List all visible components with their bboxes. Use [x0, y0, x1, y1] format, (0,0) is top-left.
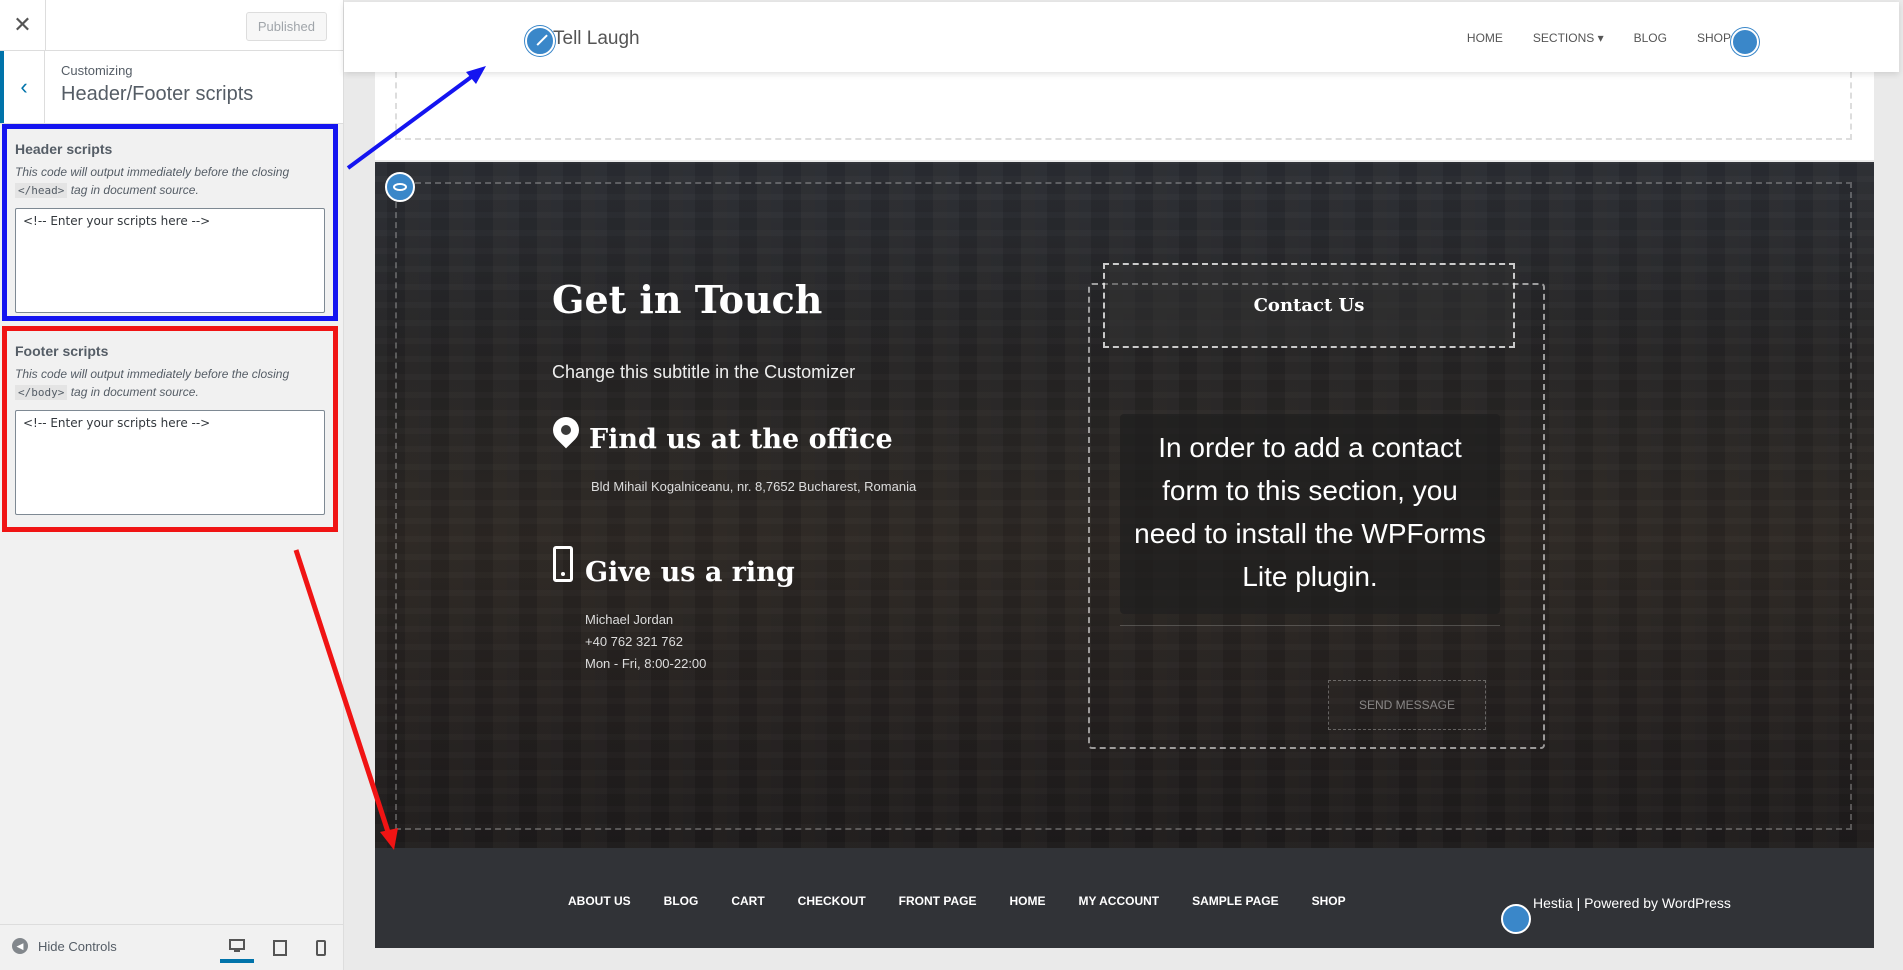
contact-form-message: In order to add a contact form to this s… [1120, 414, 1500, 614]
header-scripts-control: Header scripts This code will output imm… [2, 124, 338, 321]
footer-item-sample-page[interactable]: SAMPLE PAGE [1192, 894, 1278, 908]
footer-menu: ABOUT US BLOG CART CHECKOUT FRONT PAGE H… [568, 894, 1346, 908]
head-tag-code: </head> [15, 183, 68, 198]
footer-credit: Hestia | Powered by WordPress [1533, 895, 1731, 911]
header-scripts-textarea[interactable]: <!-- Enter your scripts here --> [15, 208, 325, 313]
footer-scripts-control: Footer scripts This code will output imm… [2, 326, 338, 532]
section-title: Header/Footer scripts [61, 83, 254, 105]
nav-item-sections[interactable]: SECTIONS ▾ [1533, 31, 1604, 45]
ring-title: Give us a ring [585, 557, 795, 588]
nav-item-shop[interactable]: SHOP [1697, 31, 1731, 45]
nav-item-home[interactable]: HOME [1467, 31, 1503, 45]
nav-item-blog[interactable]: BLOG [1634, 31, 1667, 45]
eye-icon[interactable] [385, 172, 415, 202]
office-address: Bld Mihail Kogalniceanu, nr. 8,7652 Buch… [591, 479, 917, 494]
section-outline [395, 72, 1852, 140]
logo-edit-icon[interactable] [525, 26, 555, 56]
tablet-preview-icon[interactable] [263, 933, 297, 963]
customizer-footer: ◀ Hide Controls [0, 924, 343, 970]
footer-item-front-page[interactable]: FRONT PAGE [899, 894, 977, 908]
header-scripts-description: This code will output immediately before… [15, 163, 325, 200]
ring-name: Michael Jordan [585, 612, 674, 627]
footer-item-blog[interactable]: BLOG [664, 894, 699, 908]
contact-section: Get in Touch Change this subtitle in the… [375, 162, 1874, 848]
wordpress-link[interactable]: WordPress [1662, 895, 1731, 911]
footer-scripts-description: This code will output immediately before… [15, 365, 325, 402]
credit-text: Hestia | Powered by [1533, 895, 1662, 911]
site-footer: ABOUT US BLOG CART CHECKOUT FRONT PAGE H… [375, 848, 1874, 948]
contact-subtitle: Change this subtitle in the Customizer [552, 362, 856, 382]
header-scripts-title: Header scripts [15, 141, 113, 157]
mobile-preview-icon[interactable] [304, 933, 338, 963]
body-tag-code: </body> [15, 385, 68, 400]
previous-section [375, 72, 1874, 160]
footer-scripts-title: Footer scripts [15, 343, 109, 359]
contact-title: Get in Touch [552, 277, 823, 322]
footer-item-about-us[interactable]: ABOUT US [568, 894, 631, 908]
footer-item-cart[interactable]: CART [731, 894, 764, 908]
back-arrow-icon[interactable]: ‹ [0, 51, 45, 123]
primary-menu: HOME SECTIONS ▾ BLOG SHOP [1467, 31, 1731, 45]
footer-desc-text-end: tag in document source. [70, 385, 199, 399]
footer-desc-text: This code will output immediately before… [15, 367, 290, 381]
ring-details: Michael Jordan +40 762 321 762 Mon - Fri… [585, 609, 706, 675]
footer-item-home[interactable]: HOME [1009, 894, 1045, 908]
contact-form-title: Contact Us [1103, 263, 1515, 348]
customizer-header: ✕ Published [0, 0, 343, 51]
collapse-arrow-icon: ◀ [12, 938, 28, 954]
divider [1120, 625, 1500, 626]
site-navbar: Tell Laugh HOME SECTIONS ▾ BLOG SHOP [344, 2, 1899, 72]
footer-item-shop[interactable]: SHOP [1312, 894, 1346, 908]
header-desc-text-end: tag in document source. [70, 183, 199, 197]
ring-phone: +40 762 321 762 [585, 634, 683, 649]
customizer-panel: ✕ Published ‹ Customizing Header/Footer … [0, 0, 344, 970]
publish-button[interactable]: Published [245, 12, 327, 41]
section-header: ‹ Customizing Header/Footer scripts [0, 51, 343, 124]
hide-controls-label: Hide Controls [38, 938, 117, 954]
site-preview: Tell Laugh HOME SECTIONS ▾ BLOG SHOP Get… [344, 0, 1903, 970]
office-title: Find us at the office [589, 424, 893, 455]
footer-scripts-textarea[interactable]: <!-- Enter your scripts here --> [15, 410, 325, 515]
ring-hours: Mon - Fri, 8:00-22:00 [585, 656, 707, 671]
close-icon[interactable]: ✕ [0, 0, 46, 50]
hide-controls-button[interactable]: ◀ Hide Controls [12, 938, 117, 954]
nav-sections-label: SECTIONS [1532, 31, 1595, 45]
footer-item-checkout[interactable]: CHECKOUT [798, 894, 866, 908]
header-desc-text: This code will output immediately before… [15, 165, 290, 179]
customizing-label: Customizing [61, 63, 133, 78]
send-message-button[interactable]: SEND MESSAGE [1328, 680, 1486, 730]
pencil-edit-icon[interactable] [1731, 28, 1759, 56]
footer-item-my-account[interactable]: MY ACCOUNT [1078, 894, 1159, 908]
site-title[interactable]: Tell Laugh [553, 28, 640, 50]
desktop-preview-icon[interactable] [220, 933, 254, 963]
caret-down-icon: ▾ [1597, 31, 1604, 45]
phone-icon [553, 546, 573, 582]
pencil-edit-icon[interactable] [1501, 904, 1531, 934]
